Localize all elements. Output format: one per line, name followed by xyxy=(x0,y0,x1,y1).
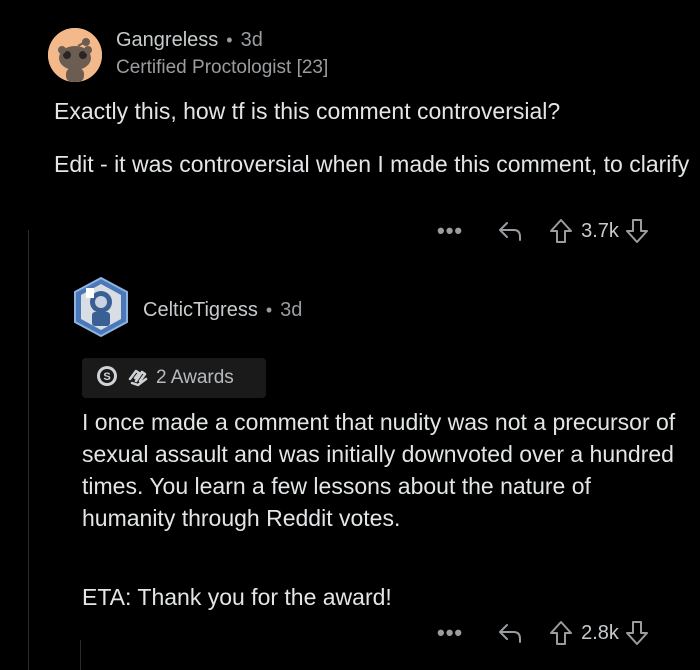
avatar[interactable] xyxy=(48,28,102,82)
reply-icon[interactable] xyxy=(497,220,523,242)
silver-award-icon: S xyxy=(96,365,118,392)
comment-actions: ••• 3.7k xyxy=(437,218,649,244)
username[interactable]: CelticTigress xyxy=(143,299,258,322)
comment-body-paragraph: ETA: Thank you for the award! xyxy=(82,584,392,610)
comment-header: Gangreless • 3d xyxy=(116,29,263,52)
downvote-icon[interactable] xyxy=(625,218,649,244)
more-options-icon[interactable]: ••• xyxy=(437,620,463,646)
comment-age: 3d xyxy=(240,29,263,51)
separator-dot: • xyxy=(265,300,273,320)
comment-body-paragraph: I once made a comment that nudity was no… xyxy=(82,409,676,531)
downvote-icon[interactable] xyxy=(625,620,649,646)
avatar[interactable] xyxy=(70,276,132,338)
user-flair: Certified Proctologist [23] xyxy=(116,57,329,78)
vote-score: 3.7k xyxy=(581,219,619,242)
more-options-icon[interactable]: ••• xyxy=(437,218,463,244)
awards-count: 2 Awards xyxy=(156,367,234,388)
svg-text:S: S xyxy=(103,371,110,383)
reply-icon[interactable] xyxy=(497,622,523,644)
user-flair-row: Certified Proctologist [23] xyxy=(116,57,328,79)
upvote-icon[interactable] xyxy=(549,620,573,646)
awards-badge[interactable]: S 2 Awards xyxy=(82,358,266,398)
comment-actions: ••• 2.8k xyxy=(437,620,649,646)
avatar-hexagon-icon xyxy=(74,276,128,338)
separator-dot: • xyxy=(226,30,233,50)
snoo-avatar-icon xyxy=(48,28,102,82)
comment-body-paragraph: Exactly this, how tf is this comment con… xyxy=(54,98,561,124)
username[interactable]: Gangreless xyxy=(116,29,218,52)
upvote-icon[interactable] xyxy=(549,218,573,244)
thread-line[interactable] xyxy=(28,230,29,670)
comment-age: 3d xyxy=(280,299,303,321)
comment-body-paragraph: Edit - it was controversial when I made … xyxy=(54,151,690,177)
comment-header: CelticTigress • 3d xyxy=(143,299,302,322)
vote-score: 2.8k xyxy=(581,621,619,644)
hands-award-icon xyxy=(126,365,150,392)
thread-line-nested[interactable] xyxy=(80,640,81,670)
